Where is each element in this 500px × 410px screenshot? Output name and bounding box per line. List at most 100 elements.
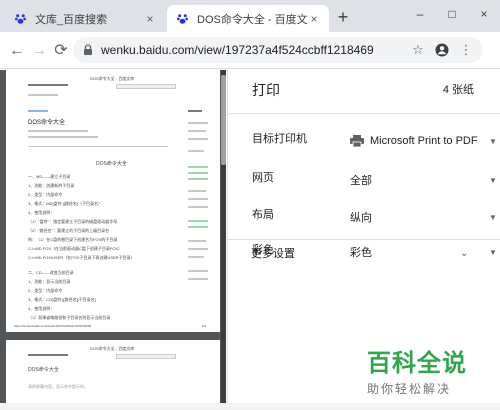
doc-line: 例：（1）在C盘的根目录下创建名为FOX的子目录 [28,237,118,242]
watermark-main: 百科全说 [367,350,467,377]
destination-label: 目标打印机 [252,133,307,145]
mini-divider [28,146,168,147]
url-text[interactable]: wenku.baidu.com/view/197237a4f524ccbff12… [101,43,403,57]
lock-icon [84,44,92,55]
sheet-count: 4 张纸 [442,84,474,96]
chevron-down-icon: ▼ [489,247,497,257]
mini-link-bar [28,110,48,112]
menu-kebab-icon[interactable]: ⋮ [457,41,475,59]
doc-line: C:\>MD FOX（在当前驱动器C盘下创建子目录FOX） [28,246,123,251]
back-button[interactable]: ← [6,40,28,62]
header-divider [228,113,500,114]
new-tab-button[interactable]: + [333,8,353,28]
destination-row: 目标打印机 Microsoft Print to PDF ▼ [252,123,497,155]
doc-line: 1、功能：创建新的子目录 [28,183,75,188]
mini-sidebar-bar [188,248,208,250]
baidu-paw-icon [175,12,189,26]
reload-button[interactable]: ⟳ [50,40,72,62]
mini-sidebar-bar [188,166,208,168]
doc-line: （1）"盘符"：指定要建立子目录的磁盘驱动器字母 [28,219,118,224]
bottom-strip [0,403,500,410]
mini-sidebar-bar [188,270,208,272]
pages-label: 网页 [252,172,274,184]
doc-line: 3、格式：CD[盘符:][路径名][子目录名] [28,297,96,302]
mini-sidebar-bar [188,198,208,200]
page-footer-num: 1/3 [202,324,207,328]
logo-bar [28,84,68,86]
bookmark-star-icon[interactable]: ☆ [409,41,427,59]
page-footer-url: https://wenku.baidu.com/view/197237a4f52… [14,324,92,328]
doc-line: 清除屏幕内容，显示命令提示符。 [28,384,88,389]
doc-line: 2、类型：内部命令 [28,192,63,197]
body-heading: DOS命令大全 [96,161,127,167]
layout-row: 布局 纵向 ▼ [252,199,497,231]
mini-nav-bar [28,94,58,96]
tab-title: DOS命令大全 - 百度文库 [197,13,307,26]
account-avatar-icon[interactable] [433,41,451,59]
doc-line: 1、功能：显示当前目录 [28,279,71,284]
tab-title: 文库_百度搜索 [35,13,108,26]
chevron-down-icon[interactable]: ⌄ [460,244,468,264]
close-window-icon[interactable]: × [468,0,500,28]
tab-baidu-search[interactable]: 文库_百度搜索 × [5,5,165,32]
destination-select[interactable]: Microsoft Print to PDF ▼ [350,129,500,153]
mini-sidebar-bar [188,206,208,208]
tab-strip: 文库_百度搜索 × DOS命令大全 - 百度文库 × + – □ × [0,0,500,32]
logo-bar [28,354,68,356]
doc-line: 4、使用说明： [28,306,55,311]
preview-scrollbar[interactable] [221,70,226,410]
doc-line: 一、MD——建立子目录 [28,174,71,179]
browser-window: 文库_百度搜索 × DOS命令大全 - 百度文库 × + – □ × ← → ⟳… [0,0,500,410]
pages-row: 网页 全部 ▼ [252,162,497,194]
doc-line: 3、格式：MD[盘符:][路径名]〈子目录名〉 [28,201,103,206]
mini-sidebar-bar [188,256,204,258]
chevron-down-icon: ▼ [489,136,497,146]
more-settings-divider [228,239,500,240]
mini-meta-bar [28,136,98,138]
chevron-down-icon: ▼ [489,212,497,222]
doc-header: DOS命令大全 - 百度文库 [90,76,135,81]
mini-search-box [116,84,176,89]
more-settings-label[interactable]: 更多设置 [251,244,295,264]
doc-header: DOS命令大全 - 百度文库 [90,346,135,351]
mini-sidebar-bar [188,226,208,228]
mini-sidebar-bar [188,130,206,132]
watermark-sub: 助你轻松解决 [367,382,452,396]
mini-sidebar-bar [188,150,204,152]
mini-sidebar-bar [188,240,206,242]
preview-page-1: DOS命令大全 - 百度文库 DOS命令大全 DOS命令大全 一、MD——建立子… [6,70,220,332]
destination-value: Microsoft Print to PDF [370,135,478,147]
pages-select[interactable]: 全部 ▼ [350,168,500,192]
minimize-icon[interactable]: – [404,0,436,28]
mini-sidebar-bar [188,190,206,192]
mini-sidebar-bar [188,122,208,124]
tab-close-icon[interactable]: × [307,12,321,26]
doc-title: DOS命令大全 [28,367,59,373]
doc-title: DOS命令大全 [28,120,66,126]
layout-select[interactable]: 纵向 ▼ [350,205,500,229]
chevron-down-icon: ▼ [489,175,497,185]
printer-icon [350,135,364,147]
doc-line: C:\>MD FOX\USER（在FOX子目录下再创建USER子目录） [28,255,135,260]
mini-sidebar-bar [188,172,208,174]
tab-dos-commands[interactable]: DOS命令大全 - 百度文库 × [167,5,329,32]
baidu-paw-icon [13,12,27,26]
doc-line: 二、CD——改变当前目录 [28,270,74,275]
window-controls: – □ × [404,0,500,28]
watermark: 百科全说 助你轻松解决 [367,350,497,397]
color-select[interactable]: 彩色 ▼ [350,240,500,264]
mini-sidebar-bar [188,178,208,180]
print-preview-pane: DOS命令大全 - 百度文库 DOS命令大全 DOS命令大全 一、MD——建立子… [0,70,226,410]
mini-sidebar-bar [188,278,208,280]
tab-close-icon[interactable]: × [143,12,157,26]
forward-button[interactable]: → [28,40,50,62]
doc-line: （2）"路径名"：要建立的子目录的上级目录名 [28,228,110,233]
layout-value: 纵向 [350,212,372,224]
address-bar[interactable]: wenku.baidu.com/view/197237a4f524ccbff12… [73,37,483,63]
preview-scroll-thumb[interactable] [221,75,226,165]
mini-search-box [116,354,176,359]
mini-meta-bar [28,130,88,132]
mini-sidebar-bar [188,138,208,140]
pages-value: 全部 [350,175,372,187]
maximize-icon[interactable]: □ [436,0,468,28]
